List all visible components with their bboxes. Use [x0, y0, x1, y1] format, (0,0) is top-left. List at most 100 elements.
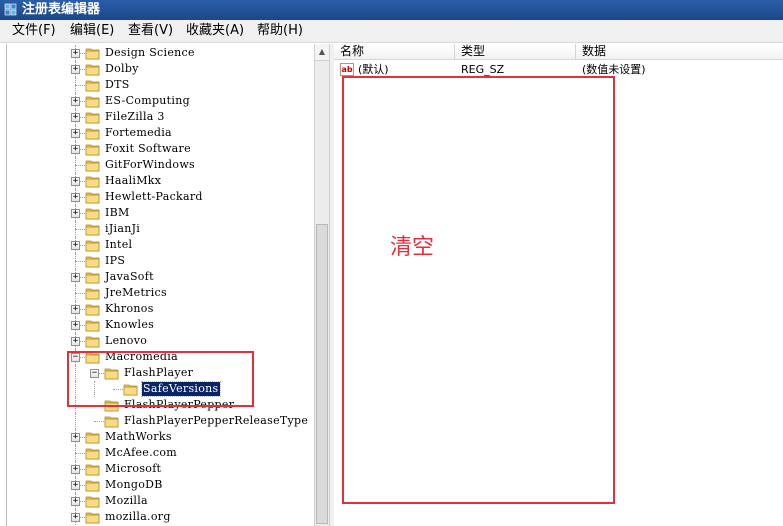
tree-item-label[interactable]: GitForWindows — [104, 158, 196, 172]
value-type: REG_SZ — [461, 63, 505, 76]
tree-item-foxit-software[interactable]: + Foxit Software — [7, 141, 315, 157]
tree-item-es-computing[interactable]: + ES-Computing — [7, 93, 315, 109]
tree-item-khronos[interactable]: + Khronos — [7, 301, 315, 317]
menu-edit[interactable]: 编辑(E) — [70, 23, 114, 39]
tree-item-label[interactable]: HaaliMkx — [104, 174, 162, 188]
column-header-data[interactable]: 数据 — [576, 44, 783, 60]
annotation-box-values — [342, 76, 615, 504]
tree-item-gitforwindows[interactable]: GitForWindows — [7, 157, 315, 173]
tree-item-label[interactable]: mozilla.org — [104, 510, 172, 524]
expand-icon[interactable]: + — [71, 433, 80, 442]
expand-icon[interactable]: + — [71, 113, 80, 122]
tree-item-hewlett-packard[interactable]: + Hewlett-Packard — [7, 189, 315, 205]
tree-item-label[interactable]: Dolby — [104, 62, 140, 76]
tree-item-label[interactable]: JreMetrics — [104, 286, 168, 300]
folder-icon — [85, 160, 100, 172]
tree-item-jremetrics[interactable]: JreMetrics — [7, 285, 315, 301]
folder-icon — [85, 64, 100, 76]
tree-item-ibm[interactable]: + IBM — [7, 205, 315, 221]
tree-item-label[interactable]: Mozilla — [104, 494, 149, 508]
registry-key-tree[interactable]: + Design Science + Dolby DTS + ES-Computing + Fi… — [6, 44, 315, 526]
expand-icon[interactable]: + — [71, 481, 80, 490]
tree-item-haalimkx[interactable]: + HaaliMkx — [7, 173, 315, 189]
expand-icon[interactable]: + — [71, 193, 80, 202]
tree-item-label[interactable]: DTS — [104, 78, 131, 92]
tree-item-label[interactable]: McAfee.com — [104, 446, 178, 460]
menu-favorites[interactable]: 收藏夹(A) — [186, 23, 244, 39]
folder-icon — [85, 464, 100, 476]
scroll-up-arrow-icon[interactable]: ▲ — [315, 44, 329, 61]
expand-icon[interactable]: + — [71, 513, 80, 522]
tree-item-knowles[interactable]: + Knowles — [7, 317, 315, 333]
tree-item-label[interactable]: Knowles — [104, 318, 155, 332]
folder-icon — [85, 480, 100, 492]
expand-icon[interactable]: + — [71, 49, 80, 58]
tree-item-dolby[interactable]: + Dolby — [7, 61, 315, 77]
tree-item-label[interactable]: JavaSoft — [104, 270, 155, 284]
tree-item-label[interactable]: iJianJi — [104, 222, 141, 236]
tree-item-flashplayerpepperreleasetype[interactable]: FlashPlayerPepperReleaseType — [7, 413, 315, 429]
tree-item-ijianji[interactable]: iJianJi — [7, 221, 315, 237]
expand-icon[interactable]: + — [71, 305, 80, 314]
tree-item-dts[interactable]: DTS — [7, 77, 315, 93]
tree-item-label[interactable]: FileZilla 3 — [104, 110, 166, 124]
scroll-thumb[interactable] — [316, 224, 328, 524]
tree-item-microsoft[interactable]: + Microsoft — [7, 461, 315, 477]
column-header-name[interactable]: 名称 — [334, 44, 455, 60]
annotation-label-clear: 清空 — [390, 235, 435, 260]
expand-icon[interactable]: + — [71, 337, 80, 346]
tree-item-label[interactable]: IPS — [104, 254, 126, 268]
tree-item-label[interactable]: Fortemedia — [104, 126, 173, 140]
tree-item-mongodb[interactable]: + MongoDB — [7, 477, 315, 493]
tree-item-design-science[interactable]: + Design Science — [7, 45, 315, 61]
folder-icon — [85, 304, 100, 316]
tree-item-label[interactable]: Design Science — [104, 46, 196, 60]
tree-item-intel[interactable]: + Intel — [7, 237, 315, 253]
column-header-type[interactable]: 类型 — [455, 44, 576, 60]
tree-item-filezilla-3[interactable]: + FileZilla 3 — [7, 109, 315, 125]
tree-item-label[interactable]: Intel — [104, 238, 133, 252]
tree-item-label[interactable]: IBM — [104, 206, 131, 220]
tree-item-mozilla[interactable]: + Mozilla — [7, 493, 315, 509]
tree-item-label[interactable]: MongoDB — [104, 478, 164, 492]
tree-item-mozilla-org[interactable]: + mozilla.org — [7, 509, 315, 525]
folder-icon — [85, 112, 100, 124]
tree-item-label[interactable]: MathWorks — [104, 430, 173, 444]
folder-icon — [85, 320, 100, 332]
expand-icon[interactable]: + — [71, 241, 80, 250]
expand-icon[interactable]: + — [71, 145, 80, 154]
expand-icon[interactable]: + — [71, 497, 80, 506]
folder-icon — [85, 224, 100, 236]
tree-item-label[interactable]: FlashPlayerPepperReleaseType — [123, 414, 309, 428]
tree-item-fortemedia[interactable]: + Fortemedia — [7, 125, 315, 141]
expand-icon[interactable]: + — [71, 465, 80, 474]
menu-view[interactable]: 查看(V) — [128, 23, 173, 39]
menu-help[interactable]: 帮助(H) — [257, 23, 303, 39]
tree-item-label[interactable]: Foxit Software — [104, 142, 192, 156]
tree-item-label[interactable]: Microsoft — [104, 462, 162, 476]
menu-file[interactable]: 文件(F) — [12, 23, 56, 39]
expand-icon[interactable]: + — [71, 321, 80, 330]
expand-icon[interactable]: + — [71, 129, 80, 138]
expand-icon[interactable]: + — [71, 177, 80, 186]
expand-icon[interactable]: + — [71, 273, 80, 282]
tree-item-mcafee-com[interactable]: McAfee.com — [7, 445, 315, 461]
folder-icon — [85, 288, 100, 300]
tree-item-ips[interactable]: IPS — [7, 253, 315, 269]
tree-item-label[interactable]: Khronos — [104, 302, 155, 316]
registry-editor-icon — [4, 3, 17, 16]
tree-item-label[interactable]: Hewlett-Packard — [104, 190, 204, 204]
title-bar: 注册表编辑器 — [0, 0, 783, 20]
tree-item-mathworks[interactable]: + MathWorks — [7, 429, 315, 445]
tree-item-lenovo[interactable]: + Lenovo — [7, 333, 315, 349]
expand-icon[interactable]: + — [71, 209, 80, 218]
tree-vertical-scrollbar[interactable]: ▲ — [314, 44, 330, 526]
tree-item-javasoft[interactable]: + JavaSoft — [7, 269, 315, 285]
tree-connector-line — [75, 413, 76, 429]
tree-item-label[interactable]: ES-Computing — [104, 94, 191, 108]
tree-item-label[interactable]: Lenovo — [104, 334, 148, 348]
folder-icon — [85, 432, 100, 444]
expand-icon[interactable]: + — [71, 65, 80, 74]
annotation-box-macromedia — [67, 351, 254, 407]
expand-icon[interactable]: + — [71, 97, 80, 106]
